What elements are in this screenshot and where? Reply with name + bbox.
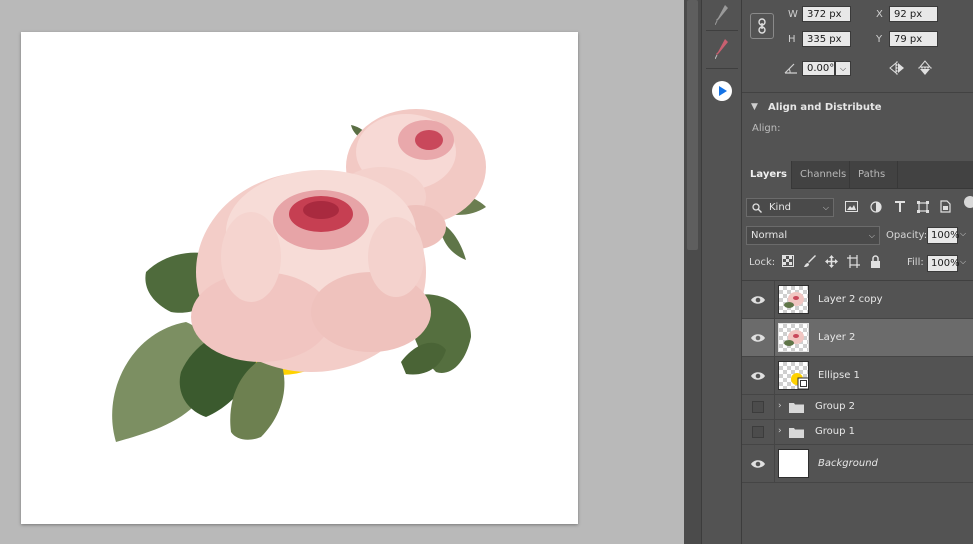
search-icon (752, 203, 762, 213)
layer-row-background[interactable]: Background (742, 445, 973, 483)
fill-field[interactable]: 100% (927, 255, 960, 272)
layer-name[interactable]: Ellipse 1 (818, 370, 860, 381)
width-field[interactable]: 372 px (802, 6, 851, 22)
tab-channels[interactable]: Channels (792, 161, 850, 189)
width-label: W (788, 9, 798, 20)
x-label: X (876, 9, 883, 20)
layer-thumbnail (778, 361, 809, 390)
lock-position-move-icon[interactable] (824, 254, 838, 268)
document-canvas[interactable] (21, 32, 578, 524)
link-icon (758, 18, 766, 34)
layer-row-group-2[interactable]: › Group 2 (742, 395, 973, 420)
fill-label: Fill: (907, 257, 924, 268)
y-label: Y (876, 34, 883, 45)
visibility-toggle[interactable] (752, 426, 764, 438)
blend-mode-dropdown[interactable]: Normal ⌵ (746, 226, 880, 245)
panel-tab-bar: Layers Channels Paths (742, 161, 973, 189)
filter-toggle-switch[interactable] (964, 196, 973, 208)
right-panels: W 372 px H 335 px X 92 px Y 79 px 0.00° … (742, 0, 973, 544)
filter-smart-object-icon[interactable] (938, 199, 953, 214)
angle-icon (784, 63, 797, 74)
folder-icon (789, 403, 804, 413)
eyedropper-icon[interactable] (705, 0, 739, 30)
filter-pixel-icon[interactable] (844, 199, 859, 214)
filter-type-icon[interactable] (892, 199, 907, 214)
eye-icon[interactable] (750, 330, 766, 346)
play-icon[interactable] (705, 76, 739, 106)
opacity-dropdown-icon[interactable]: ⌵ (960, 229, 966, 239)
link-dimensions-button[interactable] (750, 13, 774, 39)
layer-row-layer-2-copy[interactable]: Layer 2 copy (742, 281, 973, 319)
angle-dropdown-button[interactable]: ⌵ (835, 61, 851, 76)
layer-list: Layer 2 copy Layer 2 Ellipse 1 › Group 2… (742, 280, 973, 544)
x-field[interactable]: 92 px (889, 6, 938, 22)
height-field[interactable]: 335 px (802, 31, 851, 47)
layer-row-group-1[interactable]: › Group 1 (742, 420, 973, 445)
collapse-chevron-icon[interactable]: ▼ (751, 102, 758, 112)
flip-horizontal-icon[interactable] (889, 61, 905, 75)
canvas-area[interactable] (0, 0, 684, 544)
layer-name[interactable]: Layer 2 (818, 332, 855, 343)
align-label: Align: (752, 123, 781, 134)
opacity-field[interactable]: 100% (927, 227, 960, 244)
blend-mode-value: Normal (751, 230, 788, 241)
flip-vertical-icon[interactable] (918, 60, 932, 76)
filter-shape-icon[interactable] (915, 199, 930, 214)
vertical-scrollbar[interactable] (684, 0, 701, 544)
lock-pixels-brush-icon[interactable] (803, 254, 817, 268)
layer-filter-dropdown[interactable]: Kind ⌵ (746, 198, 834, 217)
layer-row-layer-2[interactable]: Layer 2 (742, 319, 973, 357)
tab-layers[interactable]: Layers (742, 161, 792, 189)
layers-panel: Layers Channels Paths Kind ⌵ Normal ⌵ Op… (742, 158, 973, 544)
layer-name[interactable]: Background (818, 458, 878, 469)
lock-transparent-icon[interactable] (781, 254, 795, 268)
eye-icon[interactable] (750, 368, 766, 384)
layer-name[interactable]: Group 2 (815, 401, 855, 412)
visibility-toggle[interactable] (752, 401, 764, 413)
layer-thumbnail (778, 449, 809, 478)
layer-thumbnail (778, 323, 809, 352)
properties-section: W 372 px H 335 px X 92 px Y 79 px 0.00° … (742, 0, 973, 90)
angle-field[interactable]: 0.00° (802, 61, 835, 76)
rose-artwork (112, 109, 486, 442)
large-rose (191, 170, 431, 372)
filter-kind-label: Kind (769, 202, 792, 213)
layer-name[interactable]: Group 1 (815, 426, 855, 437)
align-distribute-section: ▼ Align and Distribute Align: (742, 92, 973, 154)
layer-name[interactable]: Layer 2 copy (818, 294, 882, 305)
align-distribute-title[interactable]: Align and Distribute (768, 102, 882, 113)
layer-row-ellipse-1[interactable]: Ellipse 1 (742, 357, 973, 395)
lock-label: Lock: (749, 257, 776, 268)
layer-thumbnail (778, 285, 809, 314)
eye-icon[interactable] (750, 292, 766, 308)
folder-icon (789, 428, 804, 438)
fill-dropdown-icon[interactable]: ⌵ (960, 257, 966, 267)
y-field[interactable]: 79 px (889, 31, 938, 47)
height-label: H (788, 34, 796, 45)
filter-adjustment-icon[interactable] (868, 199, 883, 214)
eye-icon[interactable] (750, 456, 766, 472)
panel-tool-strip (701, 0, 742, 544)
scrollbar-thumb[interactable] (687, 0, 698, 250)
expand-chevron-icon[interactable]: › (778, 401, 782, 411)
lock-all-icon[interactable] (868, 254, 882, 268)
color-sampler-icon[interactable] (705, 34, 739, 64)
expand-chevron-icon[interactable]: › (778, 426, 782, 436)
lock-artboard-icon[interactable] (846, 254, 860, 268)
tab-paths[interactable]: Paths (850, 161, 898, 189)
opacity-label: Opacity: (886, 230, 928, 241)
